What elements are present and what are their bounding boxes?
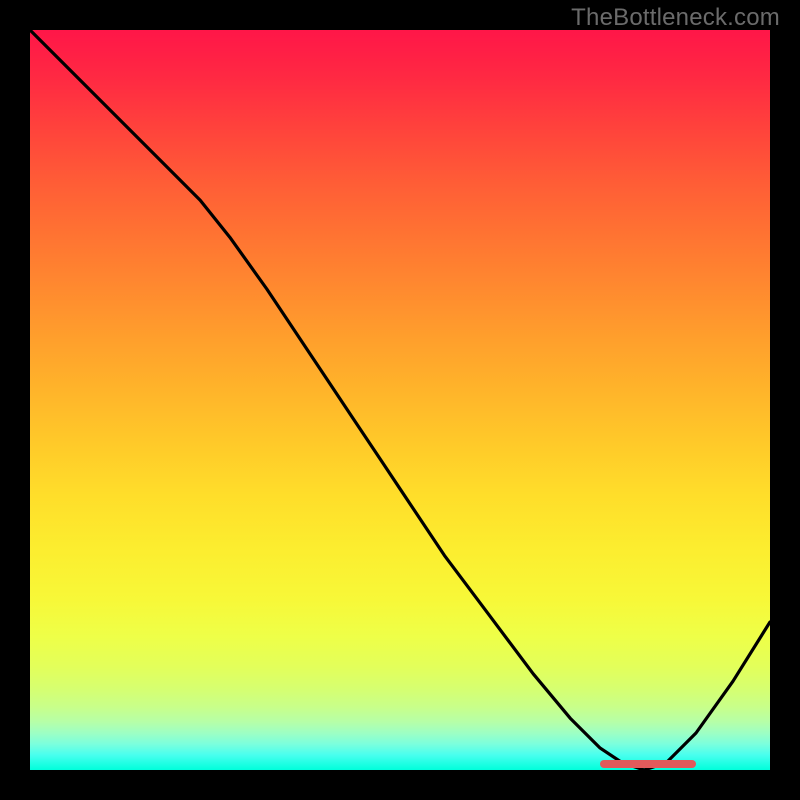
plot-area — [30, 30, 770, 770]
chart-frame: TheBottleneck.com — [0, 0, 800, 800]
annotation-strip — [600, 760, 696, 768]
chart-curve-svg — [30, 30, 770, 770]
chart-curve — [30, 30, 770, 770]
watermark-text: TheBottleneck.com — [571, 4, 780, 32]
